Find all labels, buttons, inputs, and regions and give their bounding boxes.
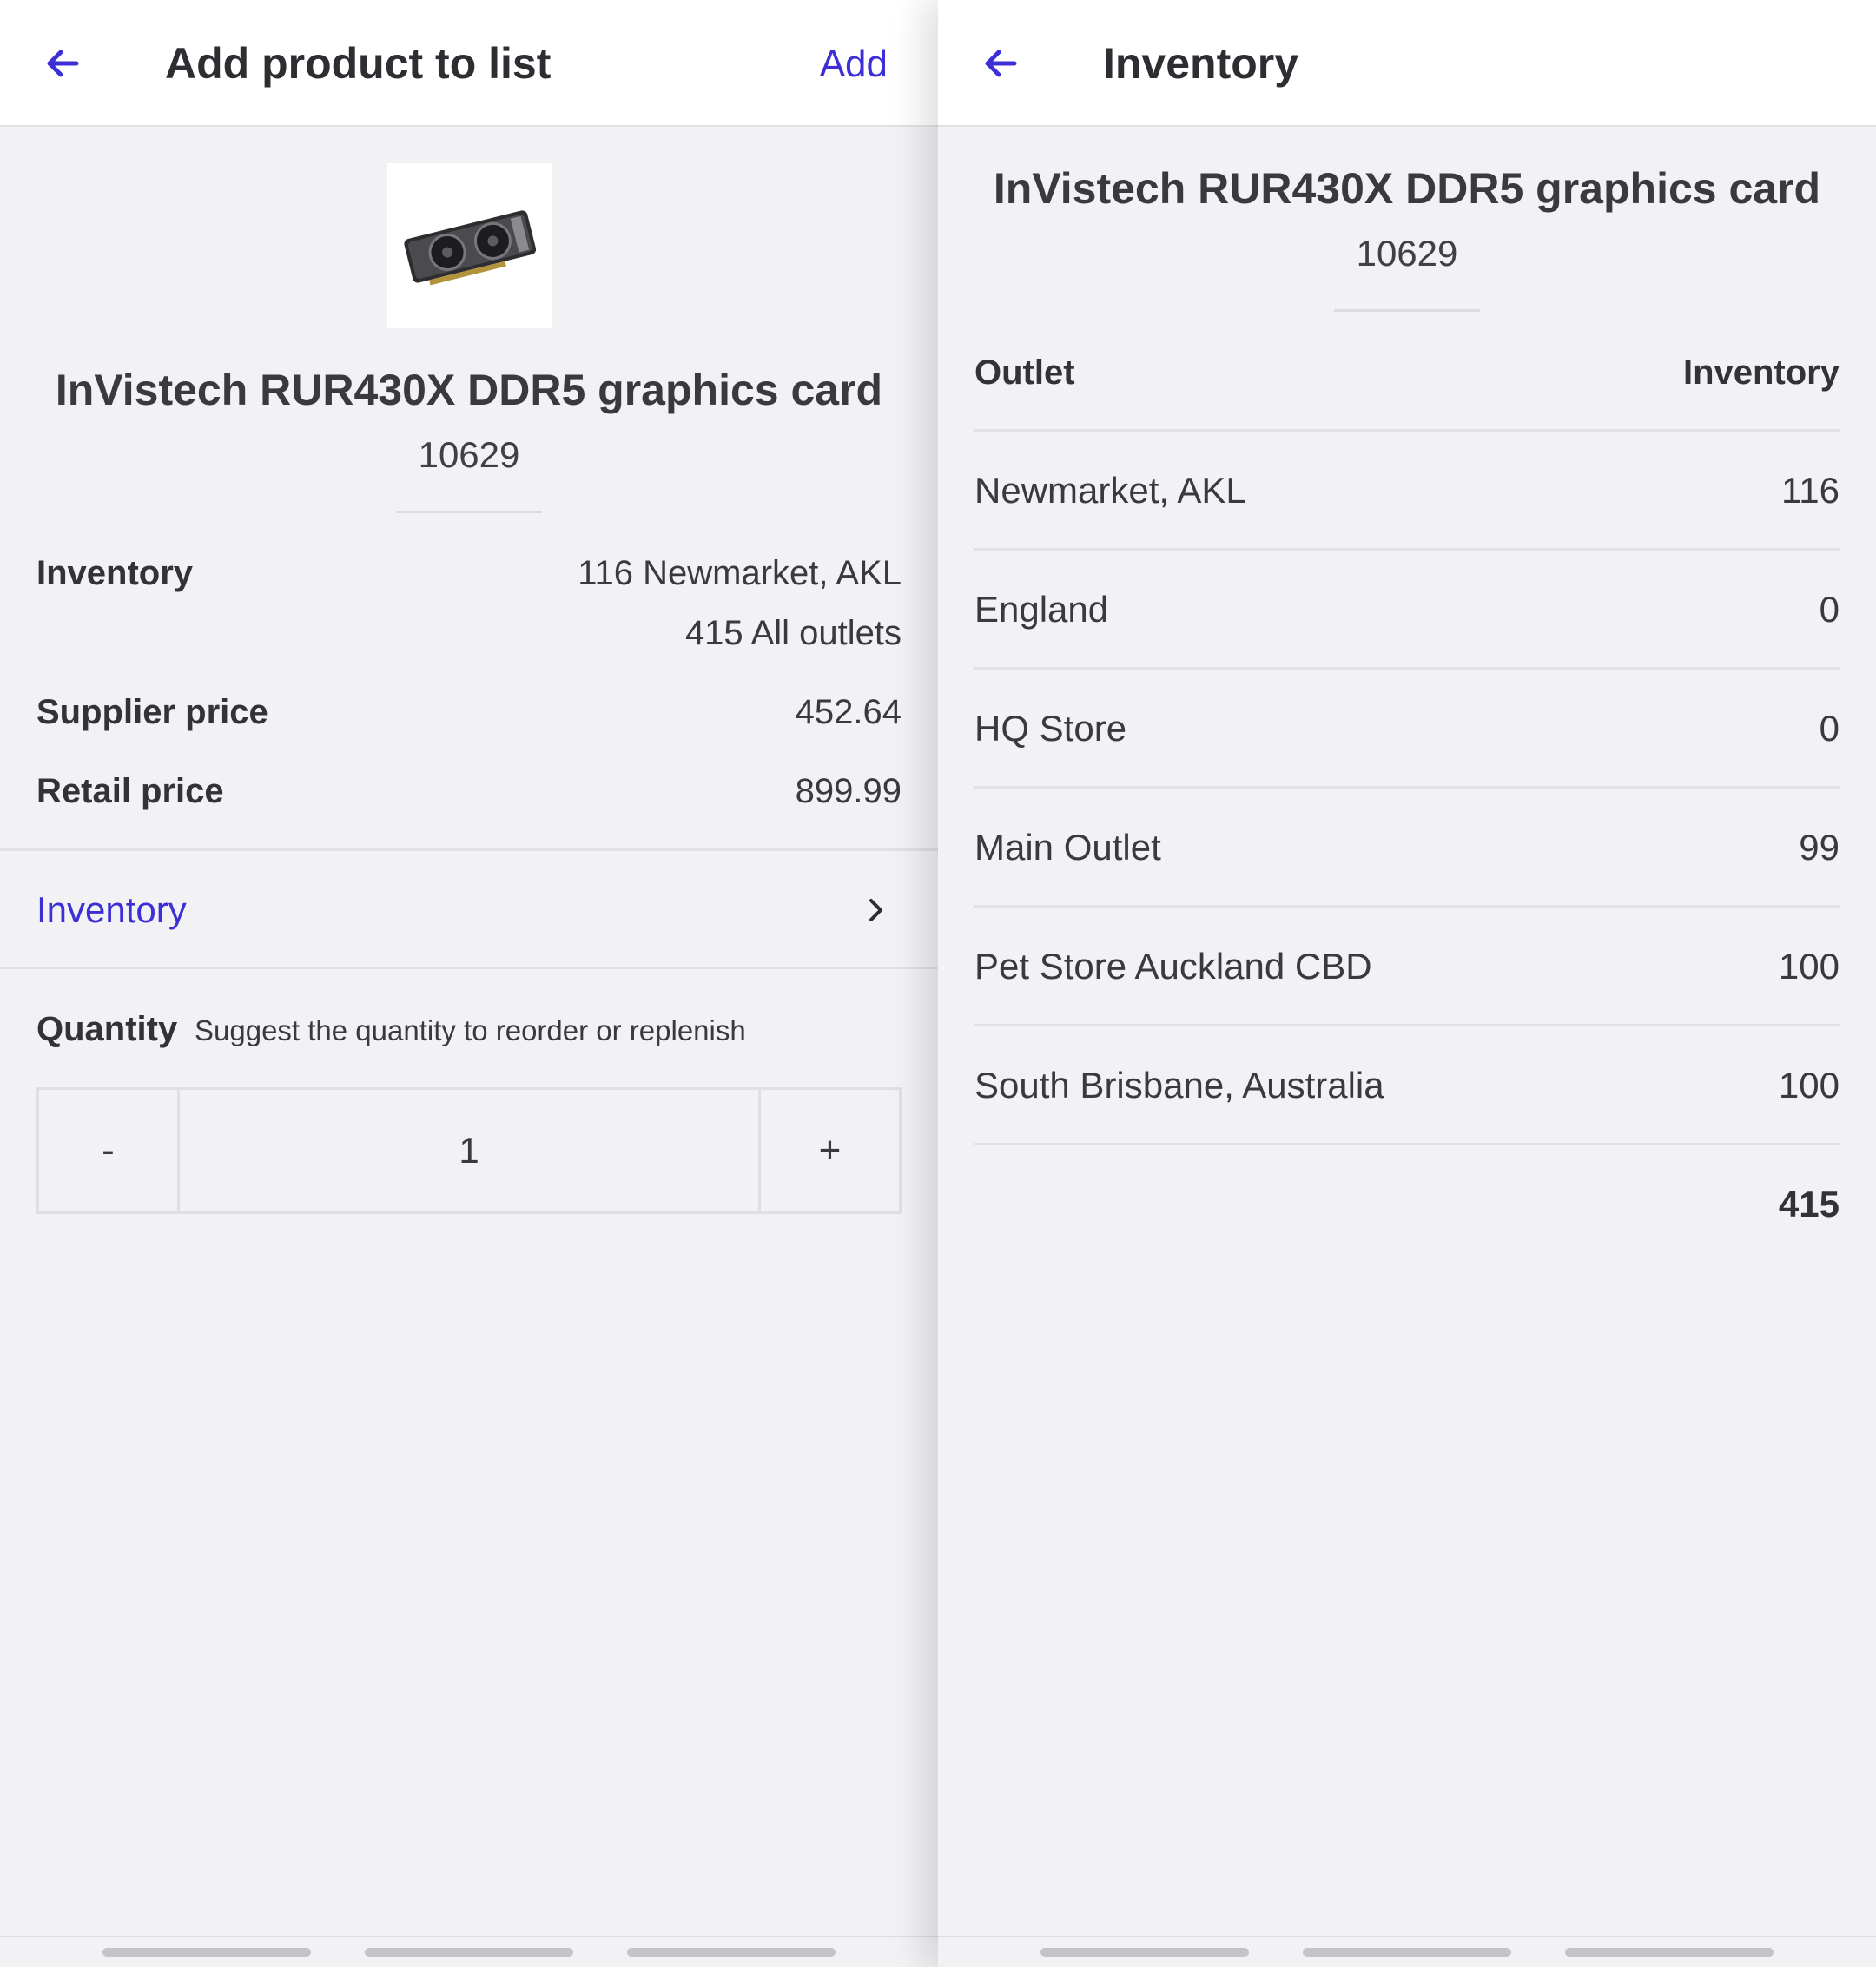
inventory-all-value: 415 All outlets [684, 614, 902, 652]
page-title: Inventory [1103, 39, 1299, 88]
outlet-inventory: 0 [1819, 589, 1840, 630]
quantity-input[interactable]: 1 [182, 1090, 756, 1211]
decrement-button[interactable]: - [39, 1090, 180, 1211]
back-button[interactable] [969, 31, 1034, 96]
nav-indicator[interactable] [627, 1948, 836, 1957]
outlet-inventory: 100 [1778, 1065, 1840, 1106]
outlet-inventory: 99 [1799, 827, 1840, 868]
arrow-left-icon [985, 50, 1017, 77]
inventory-local-value: 116 Newmarket, AKL [578, 554, 902, 592]
nav-indicator[interactable] [1565, 1948, 1774, 1957]
graphics-card-image [387, 163, 552, 328]
chevron-right-icon [858, 893, 893, 927]
divider [0, 967, 938, 969]
outlet-inventory: 116 [1781, 470, 1840, 511]
inventory-link-label: Inventory [36, 889, 187, 930]
inventory-screen: Inventory InVistech RUR430X DDR5 graphic… [938, 0, 1876, 1967]
bottom-navigation-bar [938, 1936, 1876, 1967]
divider [0, 848, 938, 851]
quantity-hint: Suggest the quantity to reorder or reple… [195, 1014, 746, 1046]
retail-price-value: 899.99 [795, 772, 902, 810]
table-row: HQ Store 0 [974, 670, 1840, 789]
outlet-name: Newmarket, AKL [974, 470, 1246, 511]
add-product-screen: Add product to list Add InVistech RUR430… [0, 0, 938, 1967]
product-name: InVistech RUR430X DDR5 graphics card [55, 366, 883, 414]
outlet-name: Pet Store Auckland CBD [974, 946, 1372, 987]
table-row: Newmarket, AKL 116 [974, 432, 1840, 551]
outlet-name: HQ Store [974, 708, 1127, 749]
table-row: South Brisbane, Australia 100 [974, 1026, 1840, 1145]
table-row: Pet Store Auckland CBD 100 [974, 908, 1840, 1026]
retail-price-label: Retail price [36, 772, 224, 810]
increment-button[interactable]: + [758, 1090, 899, 1211]
table-row: England 0 [974, 551, 1840, 670]
bottom-navigation-bar [0, 1936, 938, 1967]
arrow-left-icon [47, 50, 79, 77]
back-button[interactable] [31, 31, 96, 96]
add-button[interactable]: Add [820, 40, 888, 89]
outlet-inventory: 100 [1778, 946, 1840, 987]
inventory-link[interactable]: Inventory [0, 853, 938, 967]
nav-indicator[interactable] [1303, 1948, 1511, 1957]
product-name: InVistech RUR430X DDR5 graphics card [993, 164, 1821, 213]
outlet-name: South Brisbane, Australia [974, 1065, 1384, 1106]
outlet-inventory: 0 [1819, 708, 1840, 749]
nav-indicator[interactable] [365, 1948, 573, 1957]
table-row: Main Outlet 99 [974, 789, 1840, 908]
quantity-stepper: - 1 + [36, 1087, 902, 1214]
product-image [387, 163, 552, 328]
outlet-column-header: Outlet [974, 353, 1075, 392]
supplier-price-label: Supplier price [36, 693, 268, 731]
divider [396, 511, 542, 513]
outlet-name: England [974, 589, 1109, 630]
app-bar: Add product to list Add [0, 0, 938, 127]
app-bar: Inventory [938, 0, 1876, 127]
supplier-price-value: 452.64 [795, 693, 902, 731]
divider [974, 1143, 1840, 1145]
nav-indicator[interactable] [102, 1948, 311, 1957]
page-title: Add product to list [165, 39, 552, 88]
product-sku: 10629 [418, 434, 520, 475]
product-sku: 10629 [1356, 233, 1458, 274]
inventory-label: Inventory [36, 554, 194, 592]
outlet-name: Main Outlet [974, 827, 1161, 868]
inventory-column-header: Inventory [1682, 353, 1840, 392]
quantity-label: Quantity [36, 1010, 178, 1048]
nav-indicator[interactable] [1040, 1948, 1249, 1957]
divider [1334, 309, 1480, 312]
inventory-total: 415 [1778, 1184, 1840, 1224]
